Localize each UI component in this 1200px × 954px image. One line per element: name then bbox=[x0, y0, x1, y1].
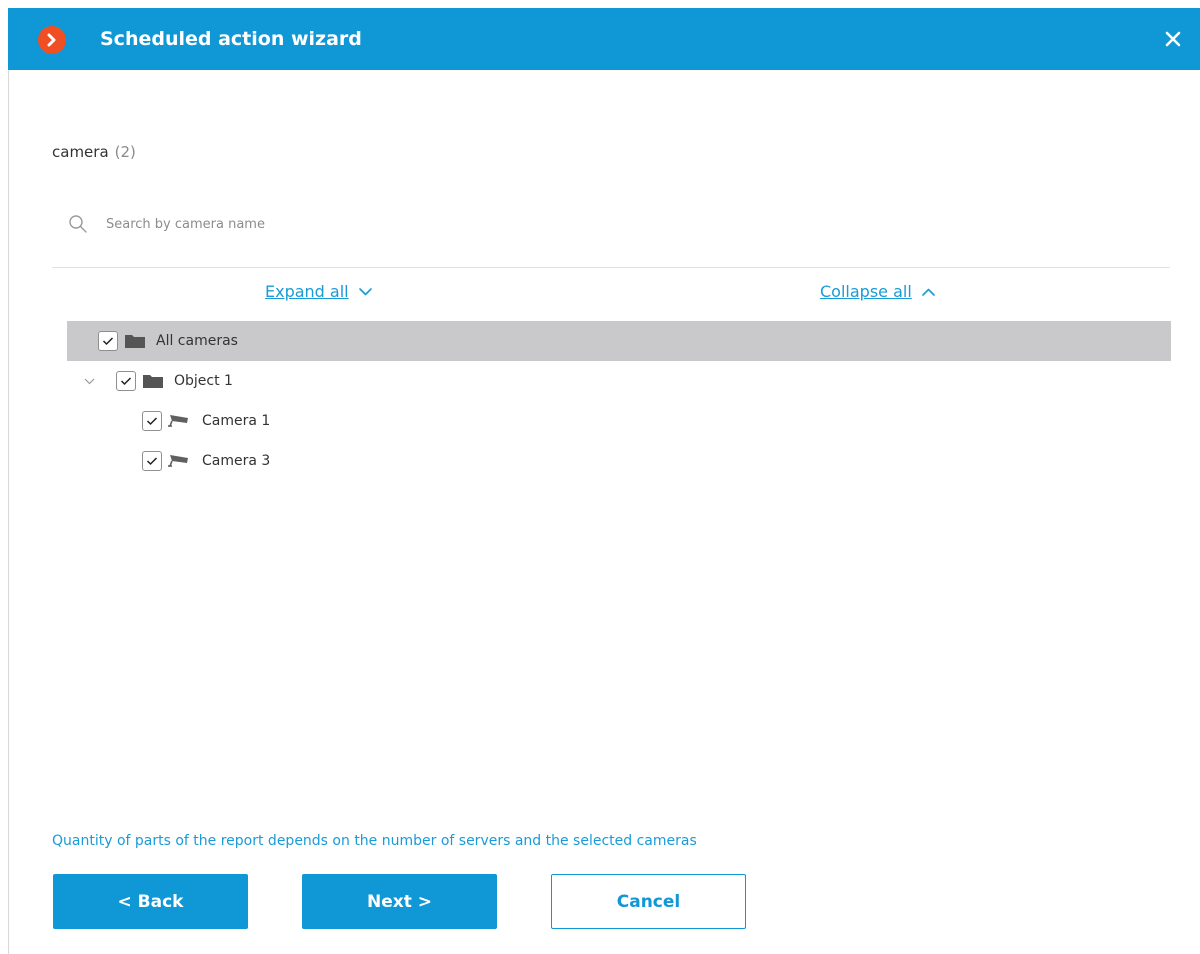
expand-toggle[interactable] bbox=[78, 378, 100, 385]
tree-item-object-1[interactable]: Object 1 bbox=[67, 361, 1171, 401]
camera-icon bbox=[166, 412, 192, 430]
expand-all-label: Expand all bbox=[265, 282, 349, 301]
camera-icon bbox=[166, 452, 192, 470]
dialog-title: Scheduled action wizard bbox=[100, 28, 362, 50]
checkmark-icon bbox=[120, 377, 132, 386]
tree-item-camera-1[interactable]: Camera 1 bbox=[67, 401, 1171, 441]
collapse-all-label: Collapse all bbox=[820, 282, 912, 301]
search-input[interactable] bbox=[104, 208, 708, 240]
chevron-down-icon bbox=[358, 287, 372, 295]
checkmark-icon bbox=[102, 337, 114, 346]
section-label: camera (2) bbox=[52, 143, 136, 161]
tree-item-label: Camera 1 bbox=[202, 413, 271, 429]
search-icon bbox=[69, 215, 87, 233]
close-button[interactable] bbox=[1156, 22, 1190, 56]
collapse-all-link[interactable]: Collapse all bbox=[820, 282, 935, 301]
folder-icon bbox=[124, 333, 146, 349]
chevron-up-icon bbox=[921, 288, 935, 296]
cancel-button[interactable]: Cancel bbox=[551, 874, 746, 929]
selected-count: (2) bbox=[114, 143, 136, 161]
search-box bbox=[52, 200, 1170, 268]
object-1-checkbox[interactable] bbox=[116, 371, 136, 391]
folder-icon bbox=[142, 373, 164, 389]
back-button[interactable]: < Back bbox=[53, 874, 248, 929]
title-bar: Scheduled action wizard bbox=[8, 8, 1200, 70]
next-button[interactable]: Next > bbox=[302, 874, 497, 929]
tree-item-all-cameras[interactable]: All cameras bbox=[67, 321, 1171, 361]
tree-item-label: Camera 3 bbox=[202, 453, 271, 469]
app-logo bbox=[38, 26, 66, 54]
tree-item-camera-3[interactable]: Camera 3 bbox=[67, 441, 1171, 481]
wizard-dialog bbox=[8, 8, 1200, 954]
close-icon bbox=[1165, 31, 1181, 47]
tree-item-label: Object 1 bbox=[174, 373, 233, 389]
checkmark-icon bbox=[146, 417, 158, 426]
camera-tree: All cameras Object 1 Camera 1 Camera 3 bbox=[67, 321, 1171, 481]
tree-item-label: All cameras bbox=[156, 333, 238, 349]
camera-3-checkbox[interactable] bbox=[142, 451, 162, 471]
expand-all-link[interactable]: Expand all bbox=[265, 282, 372, 301]
info-note: Quantity of parts of the report depends … bbox=[52, 833, 697, 849]
camera-1-checkbox[interactable] bbox=[142, 411, 162, 431]
all-cameras-checkbox[interactable] bbox=[98, 331, 118, 351]
checkmark-icon bbox=[146, 457, 158, 466]
chevron-right-icon bbox=[47, 33, 56, 47]
section-label-text: camera bbox=[52, 143, 109, 161]
chevron-down-icon bbox=[84, 378, 94, 384]
